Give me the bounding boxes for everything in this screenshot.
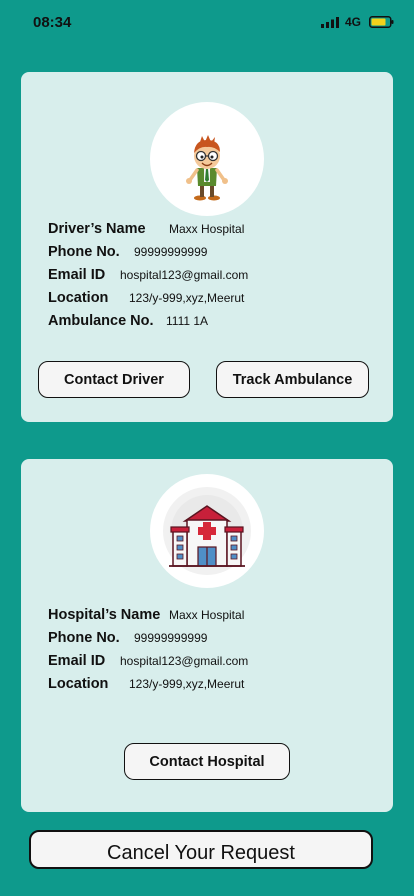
hospital-location-value: 123/y-999,xyz,Meerut — [129, 677, 245, 691]
hospital-phone-label: Phone No. — [48, 630, 120, 646]
signal-bars-icon — [321, 17, 339, 28]
ambulance-number-label: Ambulance No. — [48, 313, 154, 329]
driver-location-label: Location — [48, 290, 109, 306]
hospital-email-value: hospital123@gmail.com — [120, 654, 249, 668]
battery-icon — [369, 16, 394, 28]
contact-hospital-button[interactable]: Contact Hospital — [124, 743, 290, 780]
driver-email-row: Email ID hospital123@gmail.com — [48, 266, 248, 286]
driver-name-value: Maxx Hospital — [169, 222, 245, 236]
driver-email-label: Email ID — [48, 267, 106, 283]
hospital-email-label: Email ID — [48, 653, 106, 669]
status-bar: 08:34 4G — [0, 0, 414, 44]
hospital-name-value: Maxx Hospital — [169, 608, 245, 622]
hospital-info-card: Hospital’s Name Maxx Hospital Phone No. … — [21, 459, 393, 812]
hospital-building-icon — [163, 487, 251, 575]
hospital-phone-value: 99999999999 — [134, 631, 208, 645]
driver-name-label: Driver’s Name — [48, 221, 146, 237]
driver-phone-value: 99999999999 — [134, 245, 208, 259]
network-type: 4G — [345, 15, 362, 29]
hospital-avatar — [150, 474, 264, 588]
cancel-request-button[interactable]: Cancel Your Request — [29, 830, 373, 869]
driver-name-row: Driver’s Name Maxx Hospital — [48, 220, 244, 240]
hospital-email-row: Email ID hospital123@gmail.com — [48, 652, 248, 672]
driver-phone-row: Phone No. 99999999999 — [48, 243, 207, 263]
driver-avatar — [150, 102, 264, 216]
hospital-name-label: Hospital’s Name — [48, 607, 161, 623]
driver-location-value: 123/y-999,xyz,Meerut — [129, 291, 245, 305]
driver-phone-label: Phone No. — [48, 244, 120, 260]
hospital-location-row: Location 123/y-999,xyz,Meerut — [48, 675, 244, 695]
contact-driver-button[interactable]: Contact Driver — [38, 361, 190, 398]
cartoon-driver-avatar — [186, 135, 228, 201]
ambulance-number-row: Ambulance No. 1111 1A — [48, 312, 208, 332]
hospital-name-row: Hospital’s Name Maxx Hospital — [48, 606, 244, 626]
driver-location-row: Location 123/y-999,xyz,Meerut — [48, 289, 244, 309]
driver-info-card: Driver’s Name Maxx Hospital Phone No. 99… — [21, 72, 393, 422]
hospital-location-label: Location — [48, 676, 109, 692]
status-time: 08:34 — [33, 14, 72, 31]
hospital-phone-row: Phone No. 99999999999 — [48, 629, 207, 649]
ambulance-number-value: 1111 1A — [166, 314, 209, 328]
driver-email-value: hospital123@gmail.com — [120, 268, 249, 282]
track-ambulance-button[interactable]: Track Ambulance — [216, 361, 369, 398]
